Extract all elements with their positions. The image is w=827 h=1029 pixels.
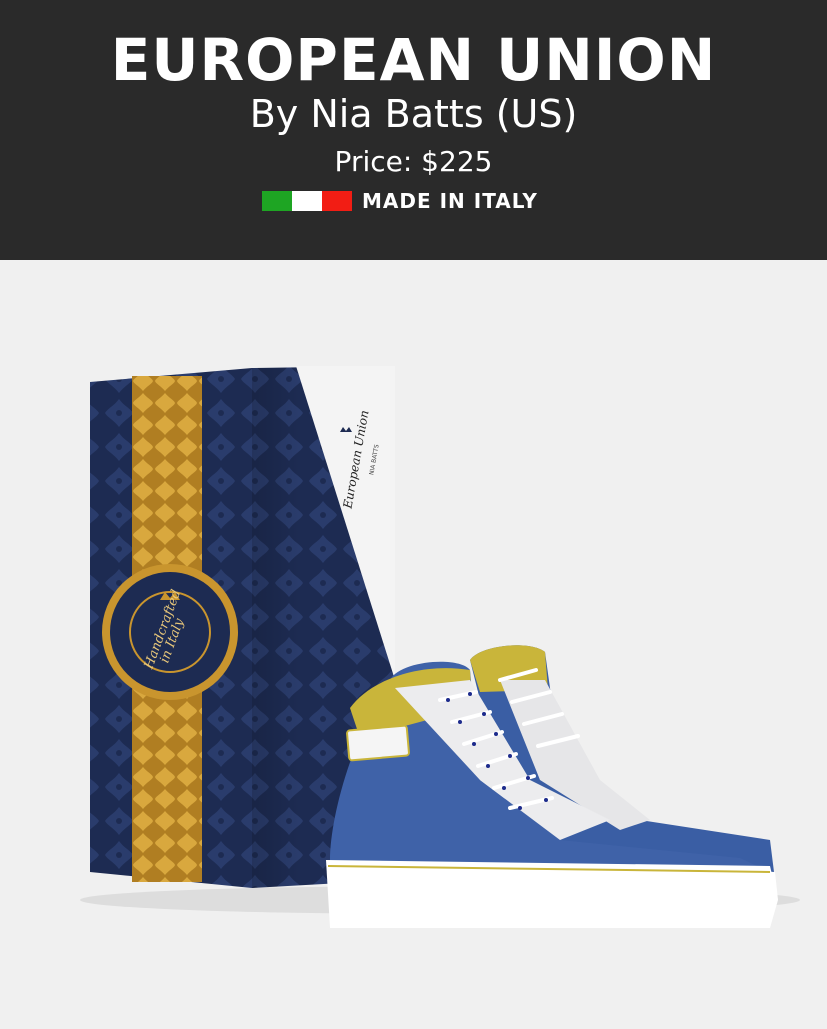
italy-flag-icon: [262, 191, 352, 211]
heel-tag: [346, 724, 410, 762]
product-illustration: Handcrafted in Italy European Union NIA …: [80, 366, 800, 928]
product-image: Handcrafted in Italy European Union NIA …: [0, 260, 827, 1024]
product-price: Price: $225: [334, 145, 493, 178]
flag-stripe-red: [322, 191, 352, 211]
product-header: EUROPEAN UNION By Nia Batts (US) Price: …: [0, 0, 827, 260]
flag-stripe-green: [262, 191, 292, 211]
box-medallion: Handcrafted in Italy: [102, 564, 238, 700]
origin-badge: MADE IN ITALY: [262, 189, 538, 213]
origin-label: MADE IN ITALY: [362, 189, 538, 213]
product-title: EUROPEAN UNION: [110, 26, 717, 94]
sneaker-pair: [326, 645, 778, 928]
box-side-shade: [252, 368, 300, 888]
designer-name: By Nia Batts (US): [249, 92, 578, 136]
flag-stripe-white: [292, 191, 322, 211]
